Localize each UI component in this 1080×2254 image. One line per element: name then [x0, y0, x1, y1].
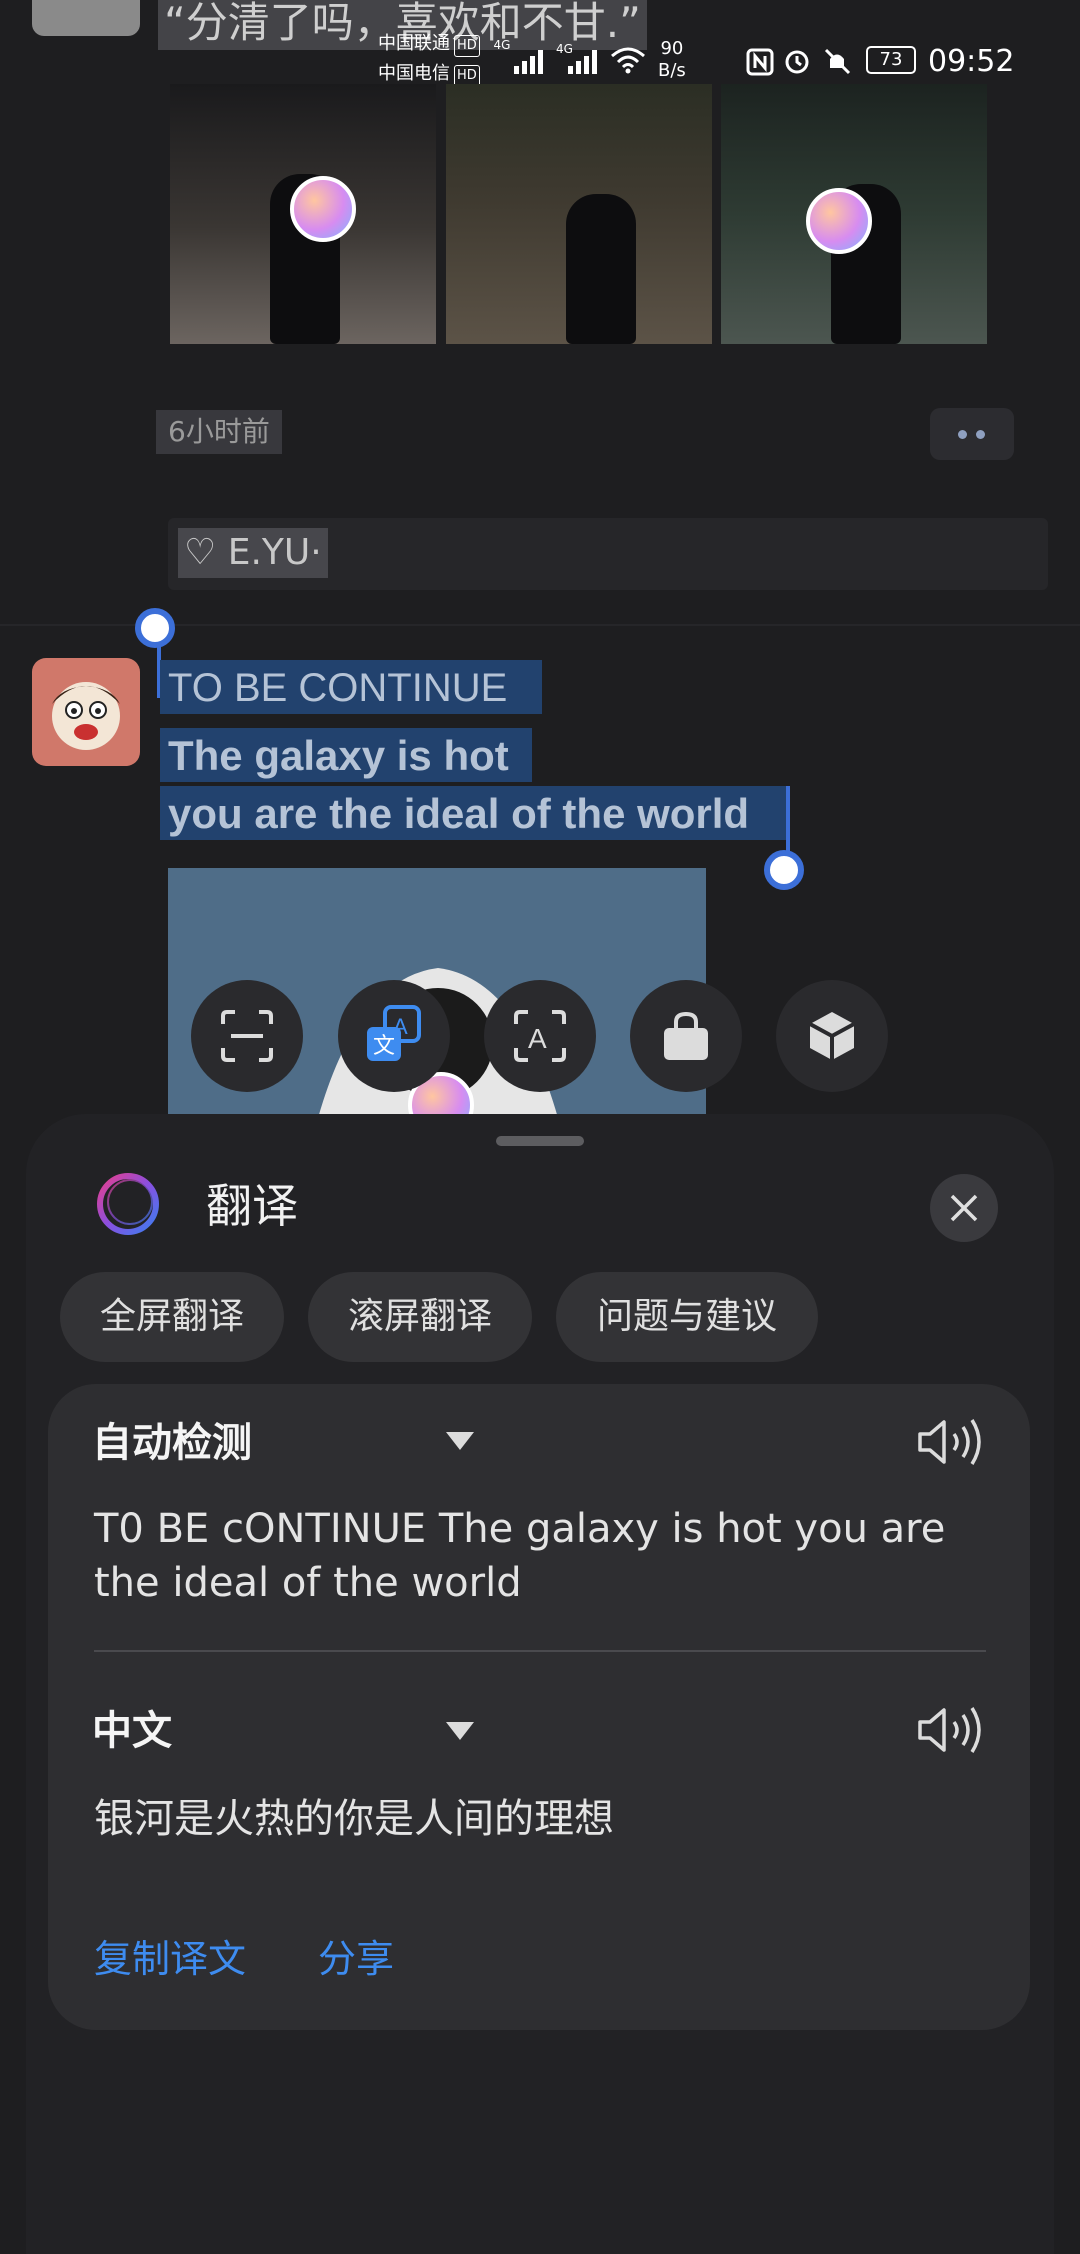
sheet-drag-handle[interactable]	[496, 1136, 584, 1146]
chip-full-screen-translate[interactable]: 全屏翻译	[60, 1272, 284, 1362]
share-button[interactable]: 分享	[318, 1934, 394, 1984]
selection-highlight: TO BE CONTINUE	[160, 660, 542, 714]
shopping-bag-icon	[664, 1011, 708, 1060]
source-text: T0 BE cONTINUE The galaxy is hot you are…	[94, 1506, 946, 1606]
scan-icon	[221, 1010, 273, 1062]
scan-button[interactable]	[191, 980, 303, 1092]
target-language-select[interactable]: 中文	[92, 1706, 172, 1756]
ai-touch-point-icon[interactable]	[806, 188, 872, 254]
avatar[interactable]	[32, 658, 140, 766]
3d-object-button[interactable]	[776, 980, 888, 1092]
selection-handle-start[interactable]	[135, 608, 175, 648]
chip-feedback[interactable]: 问题与建议	[556, 1272, 818, 1362]
translate-button[interactable]: A 文	[338, 980, 450, 1092]
post-timestamp: 6小时前	[156, 410, 282, 454]
post-photo-2[interactable]	[446, 84, 712, 344]
wifi-icon	[611, 47, 645, 74]
translate-icon: A 文	[367, 1005, 421, 1061]
chevron-down-icon[interactable]	[446, 1722, 474, 1740]
translated-text: 银河是火热的你是人间的理想	[94, 1796, 614, 1842]
shopping-button[interactable]	[630, 980, 742, 1092]
source-language-select[interactable]: 自动检测	[92, 1418, 252, 1468]
speaker-icon[interactable]	[916, 1414, 986, 1470]
close-icon	[950, 1194, 978, 1222]
chip-scroll-translate[interactable]: 滚屏翻译	[308, 1272, 532, 1362]
signal-icon	[514, 50, 543, 74]
network-speed: 90 B/s	[658, 38, 686, 81]
selection-highlight: The galaxy is hot	[160, 728, 532, 782]
status-bar: 中国联通 HD 4G 中国电信 HD 4G 90 B/s 73 09:52	[378, 34, 1028, 90]
text-recognition-icon: A	[514, 1010, 566, 1062]
cube-icon	[809, 1012, 855, 1060]
selected-text-line[interactable]: you are the ideal of the world	[168, 790, 749, 838]
speaker-icon[interactable]	[916, 1702, 986, 1758]
sheet-title: 翻译	[206, 1179, 298, 1233]
selected-text-line[interactable]: TO BE CONTINUE	[168, 666, 507, 711]
avatar[interactable]	[32, 0, 140, 36]
selection-highlight: you are the ideal of the world	[160, 786, 790, 840]
carrier-1: 中国联通 HD 4G	[378, 34, 510, 57]
nfc-icon	[746, 48, 774, 76]
alarm-icon	[785, 50, 809, 74]
battery-icon: 73	[866, 46, 916, 74]
chevron-down-icon[interactable]	[446, 1432, 474, 1450]
divider	[94, 1650, 986, 1652]
clock: 09:52	[928, 44, 1015, 79]
close-button[interactable]	[930, 1174, 998, 1242]
selection-handle-end[interactable]	[764, 850, 804, 890]
svg-text:文: 文	[373, 1034, 395, 1059]
text-recognition-button[interactable]: A	[484, 980, 596, 1092]
svg-text:A: A	[528, 1023, 547, 1054]
selected-text-line[interactable]: The galaxy is hot	[168, 732, 509, 780]
ai-assistant-logo-icon	[97, 1173, 159, 1235]
signal-icon-2	[568, 50, 597, 74]
like-list[interactable]: ♡ E.YU·	[178, 528, 328, 578]
mute-icon	[824, 48, 851, 75]
more-options-button[interactable]	[930, 408, 1014, 460]
copy-translation-button[interactable]: 复制译文	[94, 1934, 246, 1984]
ai-touch-point-icon[interactable]	[290, 176, 356, 242]
